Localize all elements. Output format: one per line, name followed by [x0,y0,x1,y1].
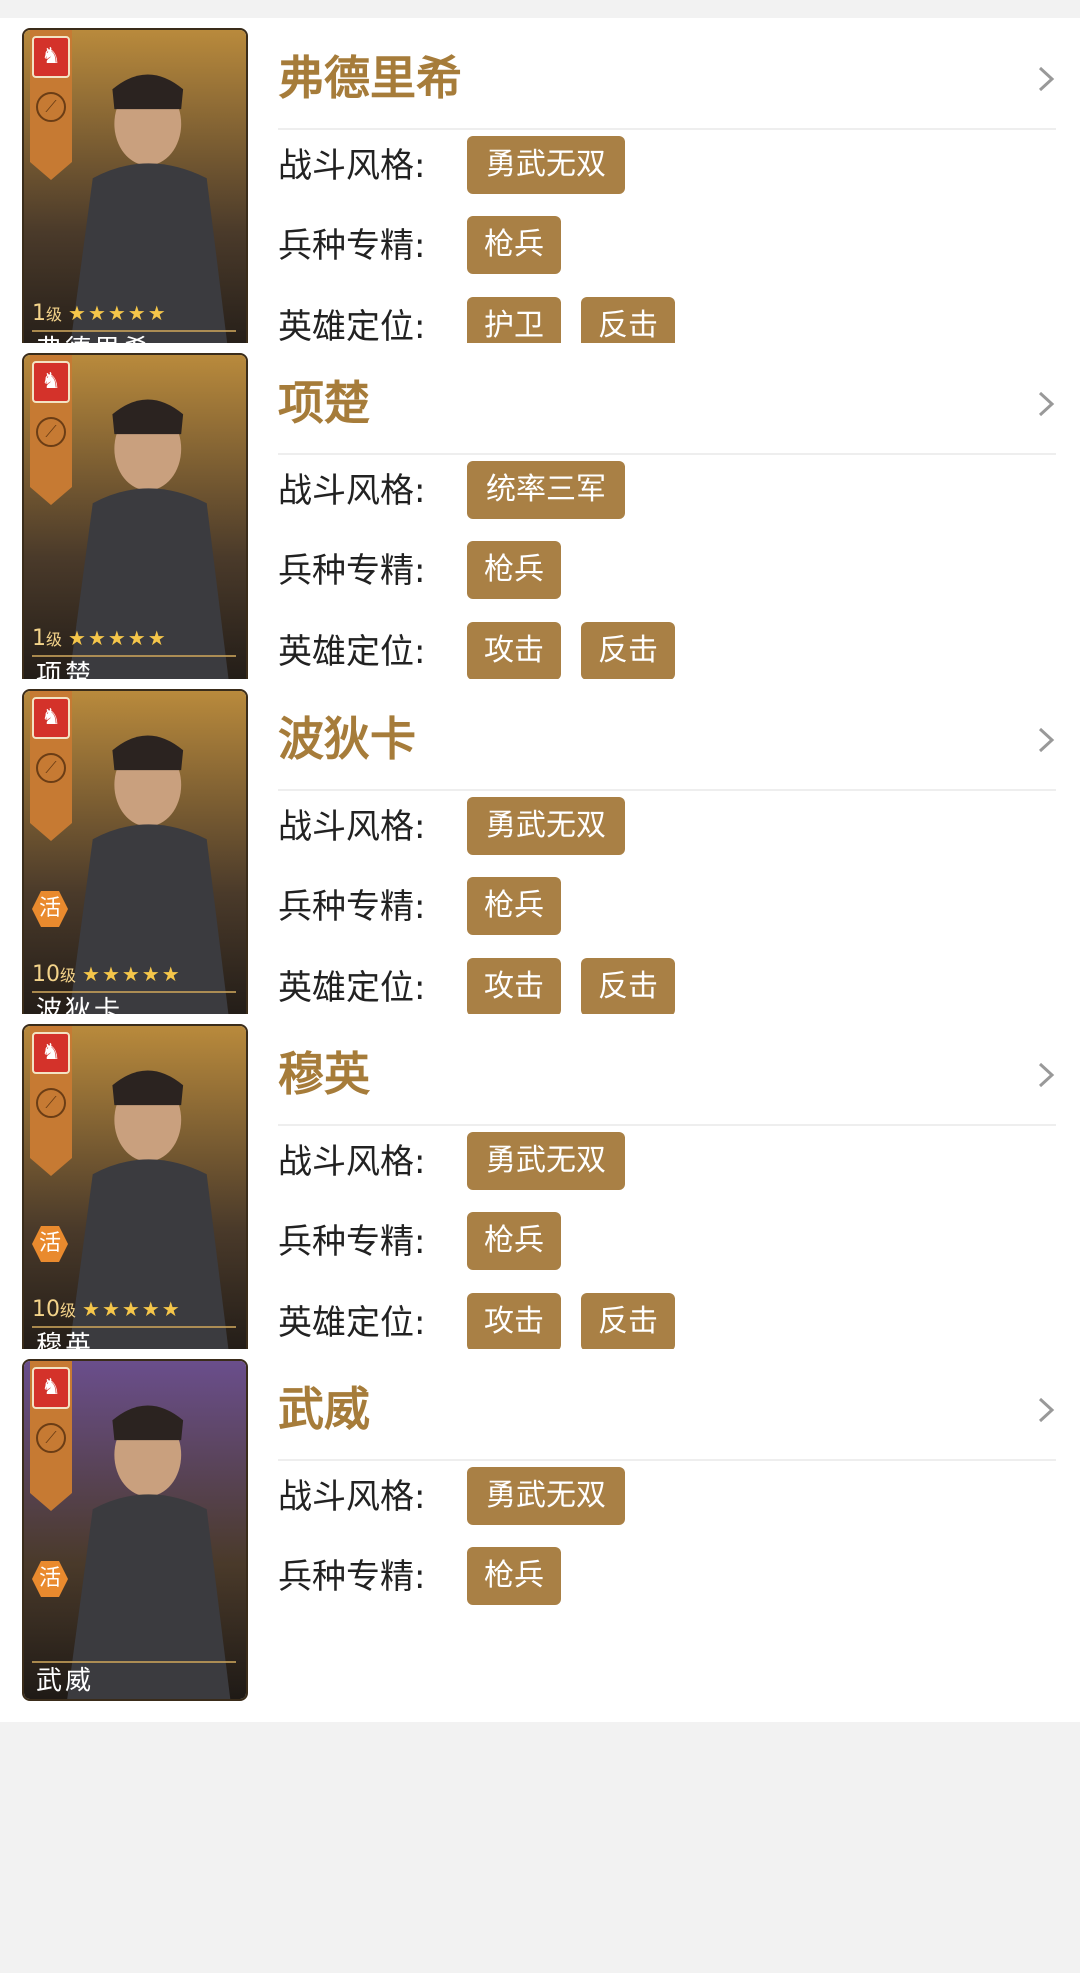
hero-role-tag: 攻击 [467,1293,561,1351]
lion-crest-icon: ♞ [32,1032,70,1074]
lion-crest-icon: ♞ [32,1367,70,1409]
combat-style-label: 战斗风格: [278,471,426,511]
level-row [32,1631,38,1657]
troop-spec-label: 兵种专精: [278,1557,426,1597]
combat-style-tag: 勇武无双 [467,136,625,194]
spear-class-icon: ⟋ [36,417,66,447]
hero-name[interactable]: 波狄卡 [278,711,416,767]
combat-style-label: 战斗风格: [278,146,426,186]
troop-spec-label: 兵种专精: [278,551,426,591]
troop-spec-tag: 枪兵 [467,1212,561,1270]
divider [278,1124,1056,1126]
chevron-right-icon[interactable] [1034,1060,1058,1090]
troop-spec-label: 兵种专精: [278,887,426,927]
star-rating: ★★★★★ [82,962,182,986]
portrait-divider [32,655,236,657]
hero-role-label: 英雄定位: [278,1303,426,1343]
portrait-name: 武威 [36,1666,95,1696]
combat-style-tag: 勇武无双 [467,1132,625,1190]
hero-card[interactable]: ♞ ⟋ 活 武威 武威 战斗风格: 勇武无双 兵种专精: 枪兵 [0,1349,1080,1722]
hero-portrait[interactable]: ♞ ⟋ 1级★★★★★ 弗德里希 [22,28,248,370]
hero-role-tag: 攻击 [467,958,561,1016]
hero-name[interactable]: 项楚 [278,375,370,431]
portrait-divider [32,1326,236,1328]
divider [278,789,1056,791]
combat-style-label: 战斗风格: [278,807,426,847]
portrait-divider [32,991,236,993]
chevron-right-icon[interactable] [1034,725,1058,755]
divider [278,128,1056,130]
portrait-divider [32,1661,236,1663]
hero-role-tag: 反击 [581,622,675,680]
level-unit: 级 [60,1301,77,1320]
hero-role-label: 英雄定位: [278,968,426,1008]
star-rating: ★★★★★ [68,626,168,650]
troop-spec-tag: 枪兵 [467,216,561,274]
lion-crest-icon: ♞ [32,697,70,739]
level-row: 10级 ★★★★★ [32,1296,182,1322]
hero-name[interactable]: 武威 [278,1381,370,1437]
level-row: 10级 ★★★★★ [32,961,182,987]
star-rating: ★★★★★ [82,1297,182,1321]
hero-card[interactable]: ♞ ⟋ 活 10级 ★★★★★ 穆英 穆英 战斗风格: 勇武无双 兵种专精: 枪兵… [0,1014,1080,1387]
level-value: 10 [32,962,60,987]
troop-spec-label: 兵种专精: [278,1222,426,1262]
chevron-right-icon[interactable] [1034,64,1058,94]
troop-spec-tag: 枪兵 [467,1547,561,1605]
combat-style-tag: 勇武无双 [467,1467,625,1525]
hero-role-label: 英雄定位: [278,632,426,672]
level-unit: 级 [46,305,63,324]
level-unit: 级 [60,966,77,985]
chevron-right-icon[interactable] [1034,1395,1058,1425]
combat-style-tag: 勇武无双 [467,797,625,855]
spear-class-icon: ⟋ [36,753,66,783]
spear-class-icon: ⟋ [36,1088,66,1118]
portrait-divider [32,330,236,332]
spear-class-icon: ⟋ [36,1423,66,1453]
hero-card[interactable]: ♞ ⟋ 1级 ★★★★★ 项楚 项楚 战斗风格: 统率三军 兵种专精: 枪兵 英雄… [0,343,1080,716]
level-row: 1级 ★★★★★ [32,625,168,651]
hero-portrait[interactable]: ♞ ⟋ 活 武威 [22,1359,248,1701]
level-value: 1 [32,626,46,651]
lion-crest-icon: ♞ [32,36,70,78]
troop-spec-tag: 枪兵 [467,877,561,935]
hero-name[interactable]: 穆英 [278,1046,370,1102]
hero-portrait[interactable]: ♞ ⟋ 1级 ★★★★★ 项楚 [22,353,248,695]
troop-spec-tag: 枪兵 [467,541,561,599]
divider [278,453,1056,455]
hero-portrait[interactable]: ♞ ⟋ 活 10级 ★★★★★ 波狄卡 [22,689,248,1031]
lion-crest-icon: ♞ [32,361,70,403]
hero-name[interactable]: 弗德里希 [278,50,462,106]
chevron-right-icon[interactable] [1034,389,1058,419]
level-unit: 级 [46,630,63,649]
hero-portrait[interactable]: ♞ ⟋ 活 10级 ★★★★★ 穆英 [22,1024,248,1366]
troop-spec-label: 兵种专精: [278,226,426,266]
spear-class-icon: ⟋ [36,92,66,122]
hero-card[interactable]: ♞ ⟋ 1级★★★★★ 弗德里希 弗德里希 战斗风格: 勇武无双 兵种专精: 枪… [0,18,1080,391]
level-value: 10 [32,1297,60,1322]
hero-role-tag: 反击 [581,1293,675,1351]
hero-card[interactable]: ♞ ⟋ 活 10级 ★★★★★ 波狄卡 波狄卡 战斗风格: 勇武无双 兵种专精: … [0,679,1080,1052]
combat-style-tag: 统率三军 [467,461,625,519]
level-value: 1 [32,301,46,326]
hero-list: ♞ ⟋ 1级★★★★★ 弗德里希 弗德里希 战斗风格: 勇武无双 兵种专精: 枪… [0,0,1080,1973]
star-rating: ★★★★★ [68,301,168,325]
combat-style-label: 战斗风格: [278,1477,426,1517]
hero-role-tag: 反击 [581,958,675,1016]
divider [278,1459,1056,1461]
combat-style-label: 战斗风格: [278,1142,426,1182]
level-row: 1级 ★★★★★ [32,300,168,326]
hero-role-tag: 攻击 [467,622,561,680]
